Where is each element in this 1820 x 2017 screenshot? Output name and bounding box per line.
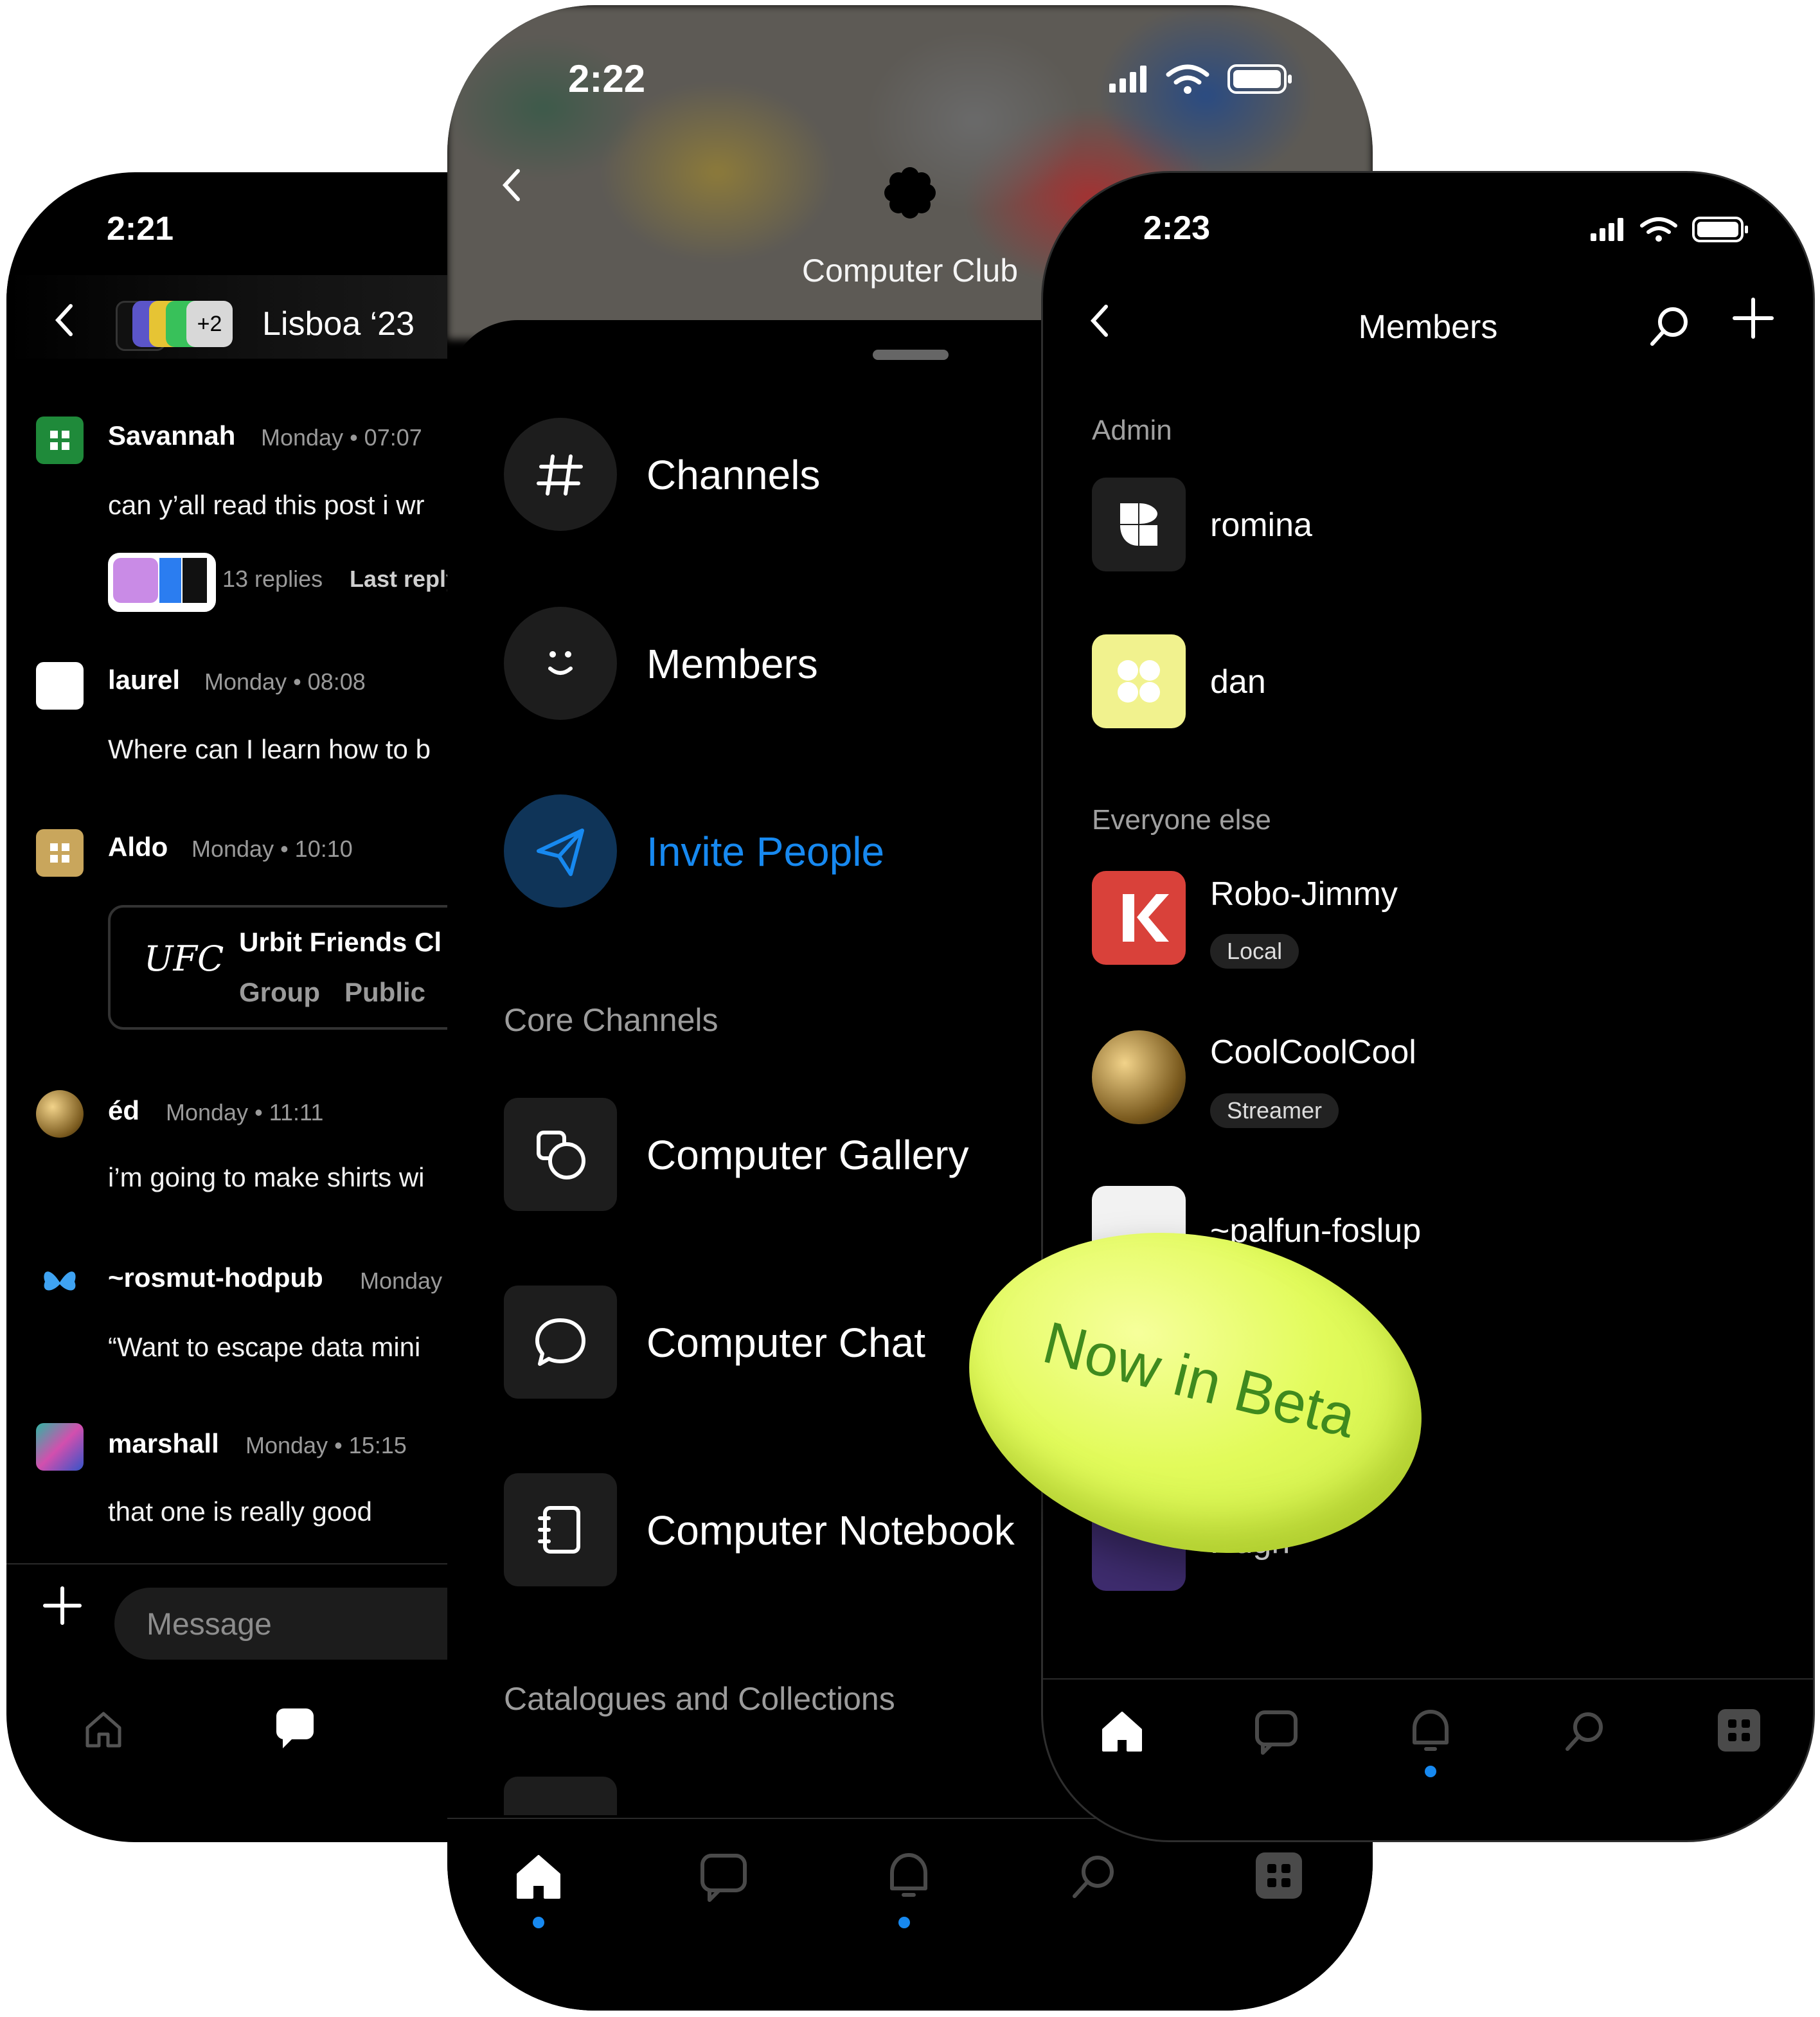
notebook-icon (504, 1473, 617, 1586)
member-name: romina (1210, 506, 1312, 544)
smile-icon (504, 607, 617, 720)
member-row[interactable]: Robo-Jimmy Local (1092, 871, 1799, 969)
hash-icon (504, 418, 617, 531)
right-phone: 2:23 Members Admin romina dan Everyone e… (1041, 171, 1815, 1842)
home-icon[interactable] (514, 1852, 563, 1905)
page-title: Members (1358, 309, 1498, 346)
menu-label: Channels (647, 452, 821, 498)
status-time: 2:21 (107, 210, 174, 247)
message-time: Monday • 07:07 (261, 424, 422, 451)
member-name: Robo-Jimmy (1210, 875, 1398, 913)
thread-replies[interactable]: 13 replies (222, 566, 323, 593)
search-icon[interactable] (1562, 1709, 1607, 1757)
member-badge: Streamer (1210, 1093, 1339, 1128)
avatar (1092, 1030, 1186, 1124)
section-everyone-else: Everyone else (1092, 804, 1271, 836)
search-icon[interactable] (1069, 1852, 1118, 1905)
bell-icon[interactable] (1408, 1707, 1453, 1760)
message-author: laurel (108, 665, 181, 695)
message-text: can y’all read this post i wr (108, 490, 425, 520)
apps-icon[interactable] (1715, 1707, 1763, 1757)
home-icon[interactable] (82, 1708, 125, 1754)
avatar (1092, 871, 1186, 965)
chat-icon[interactable] (274, 1706, 316, 1754)
message-author: Aldo (108, 832, 168, 862)
sheet-handle[interactable] (873, 350, 949, 360)
member-row[interactable]: romina (1092, 478, 1799, 571)
avatar (36, 829, 84, 877)
send-icon (504, 794, 617, 908)
member-row[interactable]: CoolCoolCool Streamer (1092, 1030, 1799, 1128)
gallery-icon (504, 1098, 617, 1211)
card-title: Urbit Friends Cl (239, 927, 442, 957)
back-icon[interactable] (51, 301, 77, 348)
message-author: éd (108, 1095, 140, 1125)
apps-icon[interactable] (1253, 1850, 1305, 1905)
status-time: 2:22 (568, 57, 646, 100)
member-row[interactable]: dan (1092, 634, 1799, 728)
member-badge: Local (1210, 934, 1299, 969)
chat-icon[interactable] (699, 1852, 748, 1907)
message-author: marshall (108, 1428, 219, 1458)
avatar (1092, 478, 1186, 571)
message-time: Monday • 15:15 (245, 1432, 407, 1458)
search-icon[interactable] (1647, 304, 1692, 352)
channel-partial[interactable] (504, 1777, 617, 1815)
avatar (36, 662, 84, 710)
card-group: Group (239, 977, 320, 1007)
message-time: Monday • 08:08 (204, 668, 366, 695)
bell-icon[interactable] (884, 1850, 933, 1907)
chat-bubble-icon (504, 1286, 617, 1399)
section-core-channels: Core Channels (504, 1002, 718, 1038)
tab-divider (1043, 1678, 1813, 1680)
add-member-button[interactable] (1731, 295, 1776, 349)
notification-dot (898, 1917, 910, 1928)
message-author: ~rosmut-hodpub (108, 1262, 323, 1293)
avatar (36, 417, 84, 464)
thread-last-reply: Last reply (350, 566, 459, 592)
home-icon[interactable] (1100, 1709, 1145, 1757)
member-name: dan (1210, 663, 1266, 701)
group-logo: UFC (144, 938, 224, 979)
channel-label: Computer Chat (647, 1320, 925, 1366)
channel-label: Computer Gallery (647, 1132, 969, 1178)
status-time: 2:23 (1143, 210, 1211, 247)
message-text: i’m going to make shirts wi (108, 1162, 425, 1192)
card-public: Public (344, 977, 426, 1007)
group-avatars: +2 (116, 301, 244, 351)
back-icon[interactable] (499, 166, 524, 214)
chat-icon[interactable] (1254, 1709, 1299, 1760)
avatar (1092, 634, 1186, 728)
message-text: “Want to escape data mini (108, 1332, 421, 1362)
message-time: Monday (360, 1268, 443, 1294)
avatar (36, 1423, 84, 1471)
avatar-overflow: +2 (186, 301, 233, 347)
message-time: Monday • 10:10 (192, 836, 353, 862)
plus-icon[interactable] (42, 1582, 82, 1634)
chat-title: Lisboa ‘23 (262, 305, 415, 343)
notification-dot (1425, 1766, 1436, 1777)
message-text: Where can I learn how to b (108, 734, 431, 764)
member-name: CoolCoolCool (1210, 1034, 1416, 1071)
message-placeholder: Message (147, 1608, 272, 1642)
message-author: Savannah (108, 420, 236, 451)
channel-label: Computer Notebook (647, 1507, 1015, 1554)
menu-label: Invite People (647, 829, 885, 875)
message-time: Monday • 11:11 (166, 1099, 324, 1125)
section-admin: Admin (1092, 415, 1172, 446)
beta-badge-label: Now in Beta (1037, 1309, 1362, 1451)
avatar (36, 1090, 84, 1138)
status-icons (1109, 63, 1296, 98)
message-text: that one is really good (108, 1496, 372, 1527)
menu-label: Members (647, 641, 818, 687)
section-catalogues: Catalogues and Collections (504, 1681, 895, 1717)
status-icons (1591, 215, 1751, 247)
home-indicator-dot (533, 1917, 544, 1928)
thread-avatars[interactable] (108, 553, 216, 612)
flower-icon (884, 167, 936, 222)
butterfly-icon (36, 1259, 84, 1306)
